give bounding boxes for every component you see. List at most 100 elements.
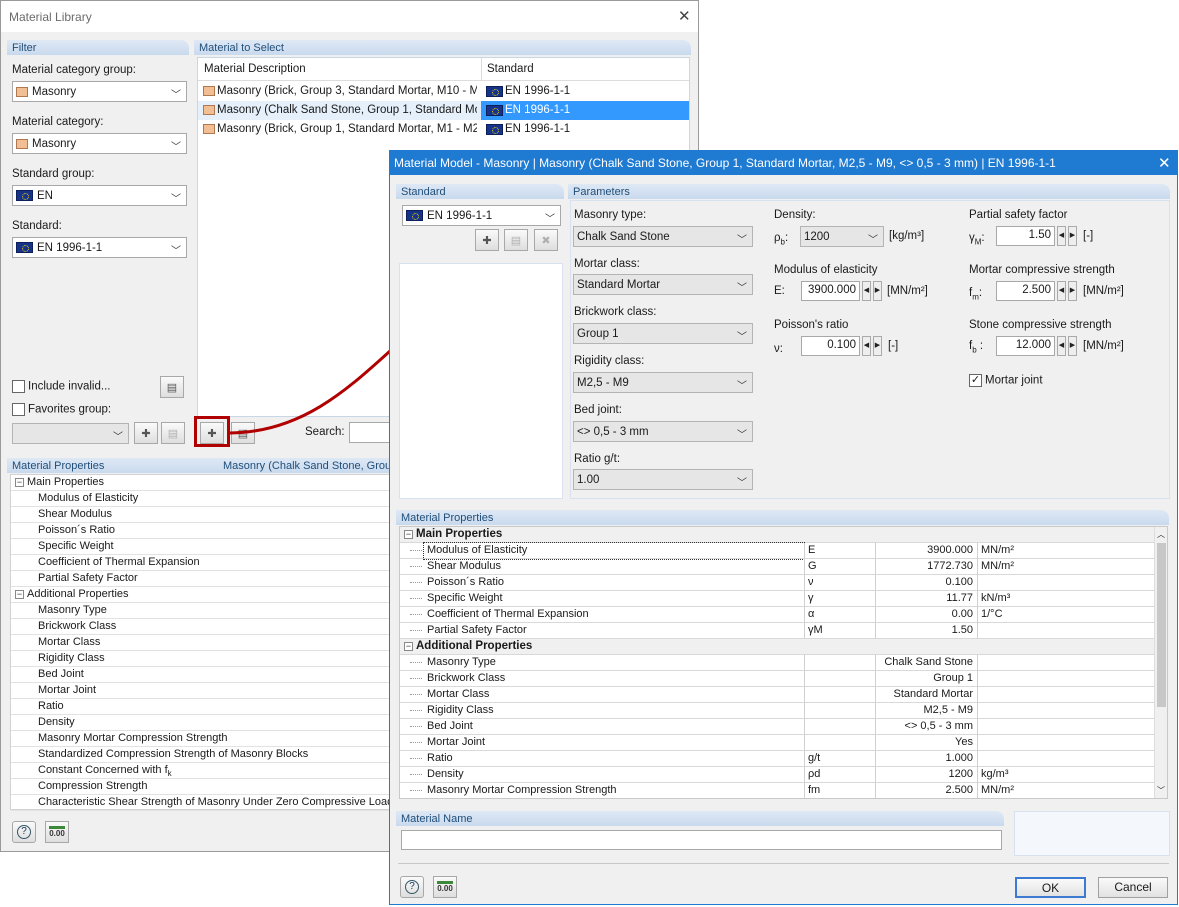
list-item-selected[interactable]: Masonry (Chalk Sand Stone, Group 1, Stan… bbox=[198, 101, 689, 120]
scroll-up-icon[interactable]: ︿ bbox=[1157, 529, 1165, 540]
collapse-icon[interactable]: − bbox=[15, 590, 24, 599]
table-row[interactable]: Coefficient of Thermal Expansion α 0.00 1/°… bbox=[400, 607, 1167, 623]
close-icon[interactable]: ✕ bbox=[1158, 154, 1171, 172]
cell-name: Coefficient of Thermal Expansion bbox=[427, 608, 589, 620]
table-row[interactable]: Rigidity Class M2,5 - M9 bbox=[400, 703, 1167, 719]
spin-right-icon[interactable]: ▶ bbox=[1068, 336, 1077, 356]
mortar-joint-checkbox[interactable]: ✓ Mortar joint bbox=[969, 374, 1043, 387]
psf-input[interactable]: 1.50 bbox=[996, 226, 1055, 246]
edit-favorites-icon[interactable]: ▤ bbox=[161, 422, 185, 444]
eu-flag-icon bbox=[486, 105, 503, 116]
spin-left-icon[interactable]: ◀ bbox=[1057, 336, 1066, 356]
table-row[interactable]: Masonry Type Chalk Sand Stone bbox=[400, 655, 1167, 671]
table-row[interactable]: Density ρd 1200 kg/m³ bbox=[400, 767, 1167, 783]
units-icon[interactable]: 0.00 bbox=[433, 876, 457, 898]
spin-left-icon[interactable]: ◀ bbox=[1057, 226, 1066, 246]
cell-sym: E bbox=[804, 543, 874, 559]
spin-right-icon[interactable]: ▶ bbox=[873, 336, 882, 356]
column-description[interactable]: Material Description bbox=[204, 63, 306, 75]
scs-label: Stone compressive strength bbox=[969, 319, 1112, 331]
cell-unit bbox=[977, 687, 1153, 703]
density-label: Density: bbox=[774, 209, 816, 221]
tree-line bbox=[410, 703, 422, 711]
column-standard[interactable]: Standard bbox=[487, 63, 534, 75]
cell-name: Modulus of Elasticity bbox=[423, 542, 805, 560]
masonry-type-select[interactable]: Chalk Sand Stone ﹀ bbox=[573, 226, 753, 247]
browse-icon[interactable]: ▤ bbox=[160, 376, 184, 398]
ratio-label: Ratio g/t: bbox=[574, 453, 621, 465]
collapse-icon[interactable]: − bbox=[404, 530, 413, 539]
table-group-main[interactable]: − Main Properties bbox=[400, 527, 1167, 543]
table-row[interactable]: Brickwork Class Group 1 bbox=[400, 671, 1167, 687]
collapse-icon[interactable]: − bbox=[15, 478, 24, 487]
mcs-input[interactable]: 2.500 bbox=[996, 281, 1055, 301]
modulus-input[interactable]: 3900.000 bbox=[801, 281, 860, 301]
table-row[interactable]: Bed Joint <> 0,5 - 3 mm bbox=[400, 719, 1167, 735]
table-group-additional[interactable]: − Additional Properties bbox=[400, 639, 1167, 655]
filter-header: Filter bbox=[7, 40, 189, 55]
help-icon[interactable]: ? bbox=[12, 821, 36, 843]
scs-input[interactable]: 12.000 bbox=[996, 336, 1055, 356]
cell-sym bbox=[804, 671, 874, 687]
cancel-button[interactable]: Cancel bbox=[1098, 877, 1168, 898]
cell-unit bbox=[977, 671, 1153, 687]
spin-right-icon[interactable]: ▶ bbox=[1068, 281, 1077, 301]
material-name-input[interactable] bbox=[401, 830, 1002, 850]
cell-name: Rigidity Class bbox=[427, 704, 494, 716]
rigidity-class-select[interactable]: M2,5 - M9 ﹀ bbox=[573, 372, 753, 393]
cell-val: 1.50 bbox=[875, 623, 976, 639]
table-row[interactable]: Masonry Mortar Compression Strength fm 2.5… bbox=[400, 783, 1167, 798]
delete-standard-icon[interactable]: ✖ bbox=[534, 229, 558, 251]
category-group-select[interactable]: Masonry ﹀ bbox=[12, 81, 187, 102]
category-select[interactable]: Masonry ﹀ bbox=[12, 133, 187, 154]
poisson-input[interactable]: 0.100 bbox=[801, 336, 860, 356]
list-item[interactable]: Masonry (Brick, Group 1, Standard Mortar… bbox=[198, 120, 689, 139]
spin-left-icon[interactable]: ◀ bbox=[862, 336, 871, 356]
tree-line bbox=[410, 607, 422, 615]
spin-right-icon[interactable]: ▶ bbox=[1068, 226, 1077, 246]
mortar-class-select[interactable]: Standard Mortar ﹀ bbox=[573, 274, 753, 295]
close-icon[interactable]: ✕ bbox=[678, 7, 691, 25]
scrollbar-thumb[interactable] bbox=[1157, 543, 1166, 707]
collapse-icon[interactable]: − bbox=[404, 642, 413, 651]
table-row[interactable]: Specific Weight γ 11.77 kN/m³ bbox=[400, 591, 1167, 607]
brickwork-class-select[interactable]: Group 1 ﹀ bbox=[573, 323, 753, 344]
spin-right-icon[interactable]: ▶ bbox=[873, 281, 882, 301]
favorites-checkbox[interactable]: Favorites group: bbox=[12, 403, 111, 416]
table-row[interactable]: Modulus of Elasticity E 3900.000 MN/m² bbox=[400, 542, 1167, 560]
chevron-down-icon: ﹀ bbox=[737, 283, 747, 294]
cell-name: Brickwork Class bbox=[427, 672, 506, 684]
chevron-down-icon: ﹀ bbox=[171, 90, 181, 101]
spin-left-icon[interactable]: ◀ bbox=[1057, 281, 1066, 301]
help-icon[interactable]: ? bbox=[400, 876, 424, 898]
edit-standard-icon[interactable]: ▤ bbox=[504, 229, 528, 251]
table-row[interactable]: Mortar Class Standard Mortar bbox=[400, 687, 1167, 703]
favorites-select[interactable]: ﹀ bbox=[12, 423, 129, 444]
bed-joint-select[interactable]: <> 0,5 - 3 mm ﹀ bbox=[573, 421, 753, 442]
cell-sym: α bbox=[804, 607, 874, 623]
table-row[interactable]: Mortar Joint Yes bbox=[400, 735, 1167, 751]
library-title: Material Library bbox=[9, 10, 92, 24]
scroll-down-icon[interactable]: ﹀ bbox=[1157, 785, 1165, 796]
model-standard-select[interactable]: EN 1996-1-1 ﹀ bbox=[402, 205, 561, 226]
list-item[interactable]: Masonry (Brick, Group 3, Standard Mortar… bbox=[198, 82, 689, 101]
table-row[interactable]: Ratio g/t 1.000 bbox=[400, 751, 1167, 767]
new-standard-icon[interactable]: ✚ bbox=[475, 229, 499, 251]
density-select[interactable]: 1200 ﹀ bbox=[800, 226, 884, 247]
table-row[interactable]: Shear Modulus G 1772.730 MN/m² bbox=[400, 559, 1167, 575]
cell-val: M2,5 - M9 bbox=[875, 703, 976, 719]
table-row[interactable]: Poisson´s Ratio ν 0.100 bbox=[400, 575, 1167, 591]
masonry-swatch-icon bbox=[16, 86, 28, 97]
new-favorites-icon[interactable]: ✚ bbox=[134, 422, 158, 444]
scrollbar[interactable]: ︿ ﹀ bbox=[1154, 527, 1167, 798]
standard-select[interactable]: EN 1996-1-1 ﹀ bbox=[12, 237, 187, 258]
standard-group-select[interactable]: EN ﹀ bbox=[12, 185, 187, 206]
ok-button[interactable]: OK bbox=[1015, 877, 1086, 898]
ratio-select[interactable]: 1.00 ﹀ bbox=[573, 469, 753, 490]
include-invalid-checkbox[interactable]: Include invalid... bbox=[12, 380, 110, 393]
chevron-down-icon: ﹀ bbox=[868, 235, 878, 246]
spin-left-icon[interactable]: ◀ bbox=[862, 281, 871, 301]
model-properties-table: − Main Properties Modulus of Elasticity E 3… bbox=[399, 526, 1168, 799]
units-icon[interactable]: 0.00 bbox=[45, 821, 69, 843]
table-row[interactable]: Partial Safety Factor γM 1.50 bbox=[400, 623, 1167, 639]
